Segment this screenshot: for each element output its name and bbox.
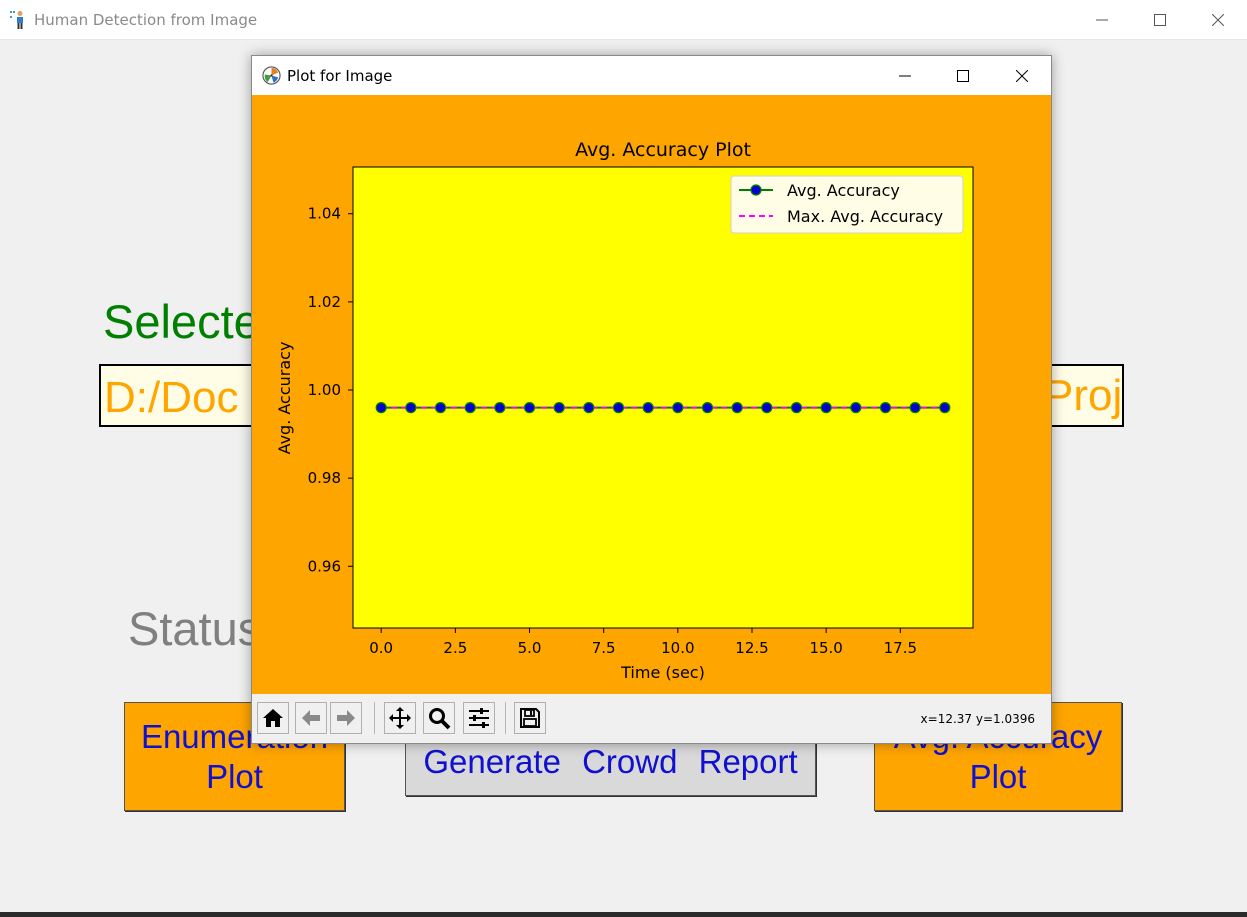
home-icon xyxy=(263,709,283,727)
plot-toolbar: x=12.37 y=1.0396 xyxy=(252,694,1051,743)
legend-max-avg-accuracy-label: Max. Avg. Accuracy xyxy=(787,207,943,226)
selected-path-tail: Proj xyxy=(1044,371,1123,420)
minimize-icon xyxy=(1096,19,1108,20)
selected-path-text: D:/Doc xyxy=(104,373,239,422)
avg-accuracy-point xyxy=(405,402,417,414)
back-button[interactable] xyxy=(295,702,327,734)
y-axis-label: Avg. Accuracy xyxy=(275,342,294,455)
main-maximize-button[interactable] xyxy=(1131,0,1189,39)
selected-image-label: Selecte xyxy=(103,295,260,348)
plot-axes-area[interactable] xyxy=(352,166,974,629)
pan-icon xyxy=(389,707,411,729)
avg-accuracy-point xyxy=(434,402,447,414)
legend-avg-accuracy-marker xyxy=(750,184,762,196)
main-window-title: Human Detection from Image xyxy=(34,11,258,29)
pan-button[interactable] xyxy=(384,702,416,734)
minimize-icon xyxy=(899,75,911,76)
maximize-icon xyxy=(957,69,969,82)
save-button[interactable] xyxy=(514,702,546,734)
app-person-icon xyxy=(10,11,23,29)
y-axis-ticks: 0.96 0.98 1.00 1.02 1.04 xyxy=(308,205,353,575)
main-titlebar: Human Detection from Image xyxy=(0,0,1247,40)
plot-titlebar: Plot for Image xyxy=(252,56,1051,95)
x-tick-label: 15.0 xyxy=(809,639,842,657)
y-tick-label: 1.02 xyxy=(308,293,341,311)
maximize-icon xyxy=(1154,13,1166,26)
forward-arrow-icon xyxy=(337,710,355,726)
back-arrow-icon xyxy=(302,710,320,726)
main-minimize-button[interactable] xyxy=(1073,0,1131,39)
avg-accuracy-chart: Avg. Accuracy Plot 0.0 2.5 5.0 7.5 10.0 12.5 1… xyxy=(275,139,974,682)
avg-accuracy-point xyxy=(790,402,803,414)
avg-accuracy-point xyxy=(642,402,654,414)
x-tick-label: 5.0 xyxy=(518,639,542,657)
avg-accuracy-point xyxy=(612,402,625,414)
forward-button[interactable] xyxy=(330,702,362,734)
enumeration-plot-button-line2: Plot xyxy=(206,758,263,795)
chart-title: Avg. Accuracy Plot xyxy=(575,139,751,161)
avg-accuracy-point xyxy=(761,402,773,414)
x-tick-label: 10.0 xyxy=(661,639,694,657)
avg-accuracy-point xyxy=(583,402,595,414)
avg-accuracy-point xyxy=(850,402,862,414)
x-axis-ticks: 0.0 2.5 5.0 7.5 10.0 12.5 15.0 17.5 xyxy=(369,628,917,657)
main-close-button[interactable] xyxy=(1189,0,1247,39)
toolbar-separator xyxy=(374,702,375,734)
y-tick-label: 0.96 xyxy=(308,557,341,575)
x-tick-label: 0.0 xyxy=(369,639,393,657)
avg-accuracy-point xyxy=(909,402,921,414)
configure-subplots-button[interactable] xyxy=(463,702,495,734)
matplotlib-logo-icon xyxy=(262,66,281,85)
close-icon xyxy=(1016,69,1028,82)
y-tick-label: 1.00 xyxy=(308,381,341,399)
plot-window: Plot for Image Avg. Accuracy Plot 0.0 2.5… xyxy=(251,55,1052,744)
plot-close-button[interactable] xyxy=(993,56,1051,95)
x-axis-label: Time (sec) xyxy=(620,663,705,682)
avg-accuracy-point xyxy=(701,402,714,414)
avg-accuracy-point xyxy=(464,402,476,414)
avg-accuracy-point xyxy=(820,402,832,414)
close-icon xyxy=(1212,13,1224,26)
save-icon xyxy=(520,708,540,728)
x-tick-label: 2.5 xyxy=(443,639,467,657)
plot-maximize-button[interactable] xyxy=(934,56,992,95)
x-tick-label: 12.5 xyxy=(735,639,768,657)
avg-accuracy-point xyxy=(939,402,951,414)
plot-window-title: Plot for Image xyxy=(287,67,393,85)
avg-accuracy-point xyxy=(494,402,506,414)
configure-subplots-icon xyxy=(469,708,489,728)
toolbar-separator xyxy=(505,702,506,734)
avg-accuracy-plot-button-line2: Plot xyxy=(969,758,1027,795)
y-tick-label: 1.04 xyxy=(308,205,341,223)
avg-accuracy-point xyxy=(553,402,565,414)
home-button[interactable] xyxy=(257,702,289,734)
cursor-coordinates: x=12.37 y=1.0396 xyxy=(920,712,1035,726)
taskbar-edge xyxy=(0,912,1247,917)
avg-accuracy-point xyxy=(672,402,684,414)
avg-accuracy-point xyxy=(523,402,536,414)
avg-accuracy-point xyxy=(731,402,743,414)
x-tick-label: 7.5 xyxy=(592,639,616,657)
chart-legend: Avg. Accuracy Max. Avg. Accuracy xyxy=(730,175,964,234)
zoom-button[interactable] xyxy=(423,702,455,734)
legend-avg-accuracy-label: Avg. Accuracy xyxy=(787,181,900,200)
zoom-icon xyxy=(429,708,451,730)
avg-accuracy-point xyxy=(879,402,892,414)
plot-minimize-button[interactable] xyxy=(876,56,934,95)
x-tick-label: 17.5 xyxy=(884,639,917,657)
status-label: Status xyxy=(128,602,262,655)
y-tick-label: 0.98 xyxy=(308,469,341,487)
avg-accuracy-point xyxy=(375,402,387,414)
